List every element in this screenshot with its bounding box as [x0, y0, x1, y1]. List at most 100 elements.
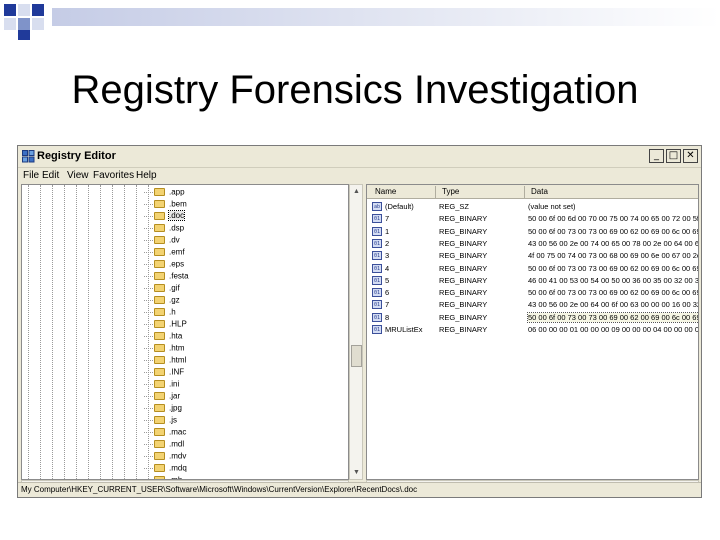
menu-view[interactable]: View [67, 170, 89, 181]
tree-item-label: .eps [169, 259, 185, 269]
menu-bar: File Edit View Favorites Help [18, 168, 701, 184]
tree-item[interactable]: .emf [144, 247, 185, 259]
tree-item-label: .jar [169, 391, 181, 401]
value-data: 4f 00 75 00 74 00 73 00 68 00 69 00 6e 0… [528, 251, 699, 261]
folder-icon [154, 463, 165, 472]
value-name: 8 [385, 312, 390, 322]
menu-edit[interactable]: Edit [42, 170, 59, 181]
tree-item[interactable]: .mdq [144, 463, 187, 475]
value-data: 43 00 56 00 2e 00 64 00 6f 00 63 00 00 0… [528, 300, 699, 310]
value-name: 1 [385, 226, 390, 236]
folder-icon [154, 379, 165, 388]
tree-item-label: .html [169, 355, 187, 365]
tree-item[interactable]: .INF [144, 367, 185, 379]
value-data: 50 00 6f 00 73 00 73 00 69 00 62 00 69 0… [528, 226, 699, 236]
tree-item-label: .mac [169, 427, 187, 437]
folder-icon [154, 451, 165, 460]
tree-item[interactable]: .mdl [144, 439, 184, 451]
menu-file[interactable]: File [23, 170, 39, 181]
value-row[interactable]: 01 8 REG_BINARY 50 00 6f 00 73 00 73 00 69 … [367, 311, 698, 324]
tree-vertical-scrollbar[interactable]: ▲ ▼ [349, 184, 363, 480]
tree-item[interactable]: .jar [144, 391, 181, 403]
tree-item[interactable]: .htm [144, 343, 185, 355]
column-header-type[interactable]: Type [442, 187, 459, 196]
value-type: REG_BINARY [439, 226, 488, 236]
tree-item[interactable]: .hta [144, 331, 183, 343]
value-name: 3 [385, 251, 390, 261]
value-row[interactable]: 01 MRUListEx REG_BINARY 06 00 00 00 01 00 0… [367, 324, 698, 336]
tree-item-label: .gif [169, 283, 180, 293]
tree-item[interactable]: .mac [144, 427, 187, 439]
tree-item[interactable]: .mdv [144, 451, 186, 463]
tree-item[interactable]: .doc [144, 210, 186, 223]
folder-icon [154, 307, 165, 316]
tree-item[interactable]: .ini [144, 379, 180, 391]
menu-favorites[interactable]: Favorites [93, 170, 134, 181]
minimize-button[interactable]: _ [649, 149, 664, 163]
tree-item-label: .dsp [169, 223, 185, 233]
value-type: REG_SZ [439, 202, 470, 211]
key-tree-pane[interactable]: .app .bem .doc .dsp .dv .emf .eps .festa .gif .gz… [21, 184, 349, 480]
tree-item-label: .jpg [169, 403, 182, 413]
tree-item[interactable]: .html [144, 355, 187, 367]
tree-item-label: .INF [169, 367, 185, 377]
value-row[interactable]: 01 7 REG_BINARY 50 00 6f 00 6d 00 70 00 75 … [367, 213, 698, 225]
value-type: REG_BINARY [439, 263, 488, 273]
tree-item-label: .mdq [169, 463, 187, 473]
tree-item-label: .js [169, 415, 177, 425]
close-button[interactable]: ✕ [683, 149, 698, 163]
menu-help[interactable]: Help [136, 170, 157, 181]
maximize-button[interactable]: □ [666, 149, 681, 163]
tree-item[interactable]: .dsp [144, 223, 185, 235]
tree-item[interactable]: .festa [144, 271, 189, 283]
scroll-up-arrow-icon[interactable]: ▲ [351, 186, 362, 197]
tree-item[interactable]: .gz [144, 295, 180, 307]
tree-item-label: .bem [169, 199, 187, 209]
folder-icon [154, 319, 165, 328]
value-type: REG_BINARY [439, 325, 488, 334]
folder-icon [154, 295, 165, 304]
tree-item[interactable]: .jpg [144, 403, 182, 415]
folder-icon [154, 391, 165, 400]
tree-item[interactable]: .js [144, 415, 177, 427]
tree-item[interactable]: .eps [144, 259, 185, 271]
tree-item-label: .HLP [169, 319, 187, 329]
column-header-data[interactable]: Data [531, 187, 548, 196]
tree-item-label: .dv [169, 235, 180, 245]
scroll-thumb[interactable] [351, 345, 362, 367]
registry-editor-window[interactable]: Registry Editor _ □ ✕ File Edit View Fav… [17, 145, 702, 498]
tree-item[interactable]: .HLP [144, 319, 187, 331]
value-type: REG_BINARY [439, 288, 488, 298]
value-row[interactable]: 01 1 REG_BINARY 50 00 6f 00 73 00 73 00 69 … [367, 226, 699, 238]
tree-item[interactable]: .gif [144, 283, 180, 295]
tree-item[interactable]: .dv [144, 235, 180, 247]
slide-title: Registry Forensics Investigation [71, 68, 639, 112]
tree-item-label: .hta [169, 331, 183, 341]
values-pane[interactable]: Name Type Data ab (Default) REG_SZ (value n… [366, 184, 699, 480]
values-header: Name Type Data [367, 185, 698, 199]
value-name: 6 [385, 288, 390, 298]
folder-icon [154, 355, 165, 364]
folder-icon [154, 187, 165, 196]
value-row[interactable]: 01 6 REG_BINARY 50 00 6f 00 73 00 73 00 69 … [367, 287, 698, 299]
folder-icon [154, 331, 165, 340]
binary-value-icon: 01 [372, 288, 382, 298]
column-header-name[interactable]: Name [375, 187, 396, 196]
status-bar: My Computer\HKEY_CURRENT_USER\Software\M… [18, 482, 701, 497]
tree-item[interactable]: .app [144, 187, 185, 199]
tree-item[interactable]: .h [144, 307, 176, 319]
scroll-down-arrow-icon[interactable]: ▼ [351, 467, 362, 478]
value-row[interactable]: 01 5 REG_BINARY 46 00 41 00 53 00 54 00 50 … [367, 275, 698, 287]
value-name: 7 [385, 214, 390, 224]
window-titlebar[interactable]: Registry Editor _ □ ✕ [18, 146, 701, 168]
value-row[interactable]: 01 7 REG_BINARY 43 00 56 00 2e 00 64 00 6f … [367, 299, 699, 311]
value-row[interactable]: 01 3 REG_BINARY 4f 00 75 00 74 00 73 00 68 … [367, 250, 699, 262]
value-row[interactable]: 01 4 REG_BINARY 50 00 6f 00 73 00 73 00 69 … [367, 263, 698, 275]
slide: Registry Forensics Investigation Registr… [0, 0, 720, 540]
tree-item-label: .ini [169, 379, 180, 389]
value-row[interactable]: 01 2 REG_BINARY 43 00 56 00 2e 00 74 00 65 … [367, 238, 698, 250]
tree-item-label: .emf [169, 247, 185, 257]
binary-value-icon: 01 [372, 226, 382, 236]
value-row[interactable]: ab (Default) REG_SZ (value not set) [367, 201, 698, 213]
tree-item[interactable]: .bem [144, 199, 187, 211]
